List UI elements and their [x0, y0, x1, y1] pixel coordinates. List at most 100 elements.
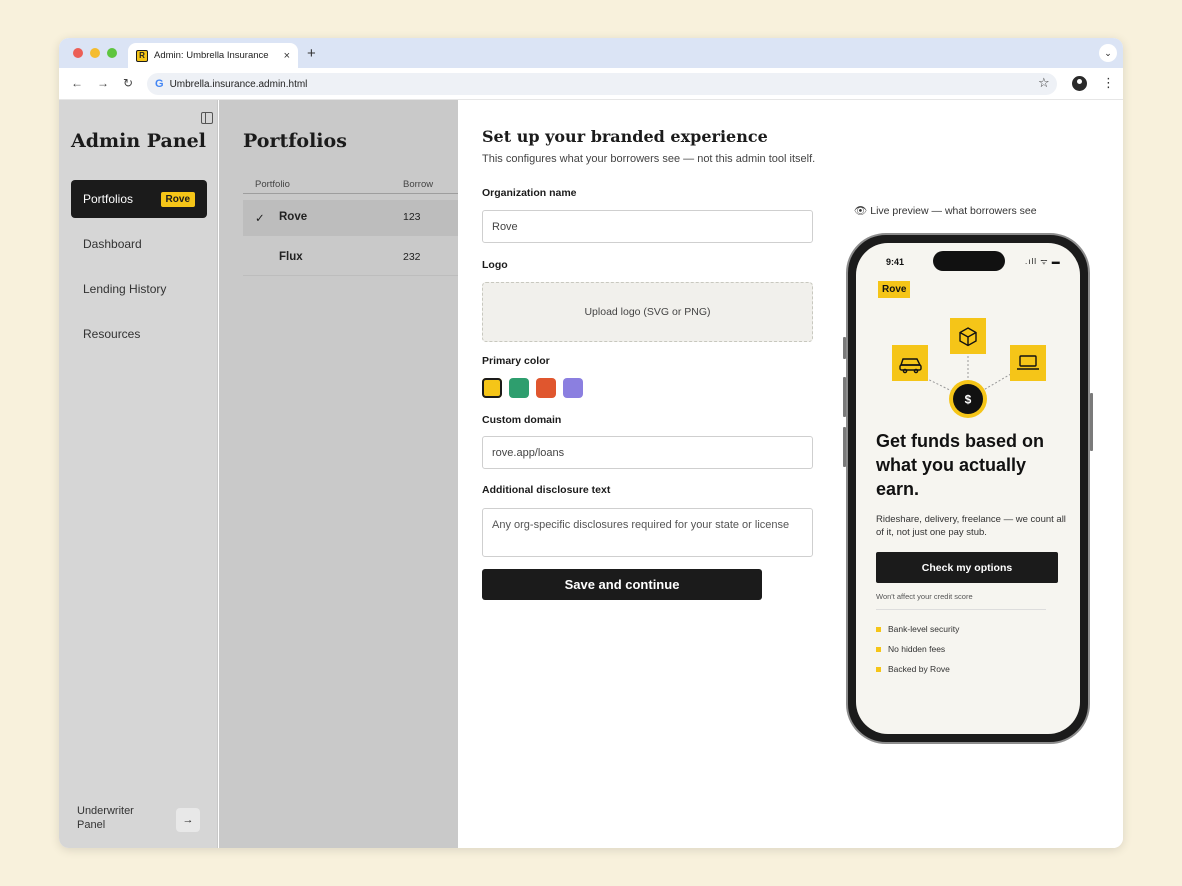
reload-icon[interactable]: ↻	[123, 76, 133, 90]
color-swatch[interactable]	[563, 378, 583, 398]
hero-headline: Get funds based on what you actually ear…	[876, 431, 1045, 499]
org-name-input[interactable]: Rove	[482, 210, 813, 243]
borrower-count: 232	[403, 251, 421, 263]
phone-preview: 9:41 .ıll ᯤ ▬ Rove $ Get funds based on …	[843, 233, 1093, 744]
bullet-text: Bank-level security	[888, 624, 960, 634]
browser-tab[interactable]: R Admin: Umbrella Insurance ×	[128, 43, 298, 68]
minimize-window-button[interactable]	[90, 48, 100, 58]
sidebar-title: Admin Panel	[71, 130, 206, 152]
check-icon: ✓	[255, 213, 265, 225]
app-content: Admin Panel Portfolios Rove Dashboard Le…	[59, 100, 1123, 848]
logo-upload-dropzone[interactable]: Upload logo (SVG or PNG)	[482, 282, 813, 342]
tab-search-chevron-icon[interactable]: ⌄	[1099, 44, 1117, 62]
underwriter-panel-button[interactable]: →	[176, 808, 200, 832]
table-row[interactable]: Flux 232	[243, 240, 459, 276]
list-item: Bank-level security	[876, 624, 959, 634]
column-header-portfolio: Portfolio	[255, 179, 290, 190]
sidebar-item-label: Dashboard	[83, 237, 142, 251]
phone-time: 9:41	[886, 257, 905, 267]
brand-badge: Rove	[878, 281, 911, 298]
upload-text: Upload logo (SVG or PNG)	[584, 306, 711, 318]
list-item: No hidden fees	[876, 644, 959, 654]
tab-strip: R Admin: Umbrella Insurance × + ⌄	[59, 38, 1123, 68]
borrower-count: 123	[403, 211, 421, 223]
custom-domain-input[interactable]: rove.app/loans	[482, 436, 813, 469]
menu-kebab-icon[interactable]: ⋮	[1102, 75, 1115, 91]
url-input[interactable]: G Umbrella.insurance.admin.html	[147, 73, 1057, 95]
portfolios-pane: Portfolios Portfolio Borrow ✓ Rove 123 F…	[219, 100, 459, 848]
status-bar-icons: .ıll ᯤ ▬	[1025, 257, 1061, 266]
sidebar-item-lending-history[interactable]: Lending History	[71, 270, 207, 308]
sidebar-item-label: Portfolios	[83, 192, 134, 206]
address-bar: ← → ↻ G Umbrella.insurance.admin.html ☆ …	[59, 68, 1123, 100]
car-tile	[892, 345, 928, 381]
color-swatch[interactable]	[482, 378, 502, 398]
sidebar-item-resources[interactable]: Resources	[71, 315, 207, 353]
save-and-continue-button[interactable]: Save and continue	[482, 569, 762, 600]
color-swatch[interactable]	[536, 378, 556, 398]
bullet-icon	[876, 626, 881, 632]
bullet-icon	[876, 646, 881, 652]
google-icon: G	[155, 78, 164, 90]
dollar-sign: $	[965, 393, 972, 407]
logo-label: Logo	[482, 259, 508, 271]
phone-button	[1090, 393, 1093, 451]
disclosure-label: Additional disclosure text	[482, 484, 611, 496]
laptop-tile	[1010, 345, 1046, 381]
sidebar-item-label: Lending History	[83, 282, 167, 296]
sidebar-item-label: Resources	[83, 327, 141, 341]
dynamic-island	[933, 251, 1005, 271]
primary-color-label: Primary color	[482, 355, 550, 367]
sidebar-item-dashboard[interactable]: Dashboard	[71, 225, 207, 263]
branding-setup-panel: Set up your branded experience This conf…	[458, 100, 1123, 848]
panel-title: Set up your branded experience	[482, 127, 768, 146]
credit-note: Won't affect your credit score	[876, 592, 973, 601]
browser-window: R Admin: Umbrella Insurance × + ⌄ ← → ↻ …	[59, 38, 1123, 848]
phone-button	[843, 427, 846, 467]
phone-screen: 9:41 .ıll ᯤ ▬ Rove $ Get funds based on …	[856, 243, 1080, 734]
sidebar: Admin Panel Portfolios Rove Dashboard Le…	[59, 100, 218, 848]
maximize-window-button[interactable]	[107, 48, 117, 58]
portfolio-name: Rove	[279, 211, 308, 223]
hero-illustration: $	[892, 318, 1046, 418]
panel-subtitle: This configures what your borrowers see …	[482, 153, 816, 165]
sidebar-nav: Portfolios Rove Dashboard Lending Histor…	[71, 180, 207, 360]
bullet-icon	[876, 666, 881, 672]
check-options-button[interactable]: Check my options	[876, 552, 1058, 583]
tab-title: Admin: Umbrella Insurance	[154, 50, 269, 61]
feature-list: Bank-level security No hidden fees Backe…	[876, 624, 959, 684]
window-controls	[73, 48, 117, 58]
divider	[876, 609, 1046, 610]
live-preview-label: 👁 Live preview — what borrowers see	[854, 205, 1037, 217]
table-row[interactable]: ✓ Rove 123	[243, 200, 459, 236]
color-swatch[interactable]	[509, 378, 529, 398]
portfolio-name: Flux	[279, 251, 303, 263]
sidebar-item-portfolios[interactable]: Portfolios Rove	[71, 180, 207, 218]
phone-button	[843, 337, 846, 359]
hero-body: Rideshare, delivery, freelance — we coun…	[876, 514, 1066, 538]
box-tile	[950, 318, 986, 354]
org-name-label: Organization name	[482, 187, 577, 199]
column-header-borrowers: Borrow	[403, 179, 434, 190]
disclosure-textarea[interactable]: Any org-specific disclosures required fo…	[482, 508, 813, 557]
bullet-text: No hidden fees	[888, 644, 946, 654]
page-title: Portfolios	[243, 130, 347, 152]
forward-arrow-icon[interactable]: →	[97, 76, 109, 90]
color-swatches	[482, 378, 583, 398]
bullet-text: Backed by Rove	[888, 664, 950, 674]
custom-domain-label: Custom domain	[482, 414, 562, 426]
underwriter-panel-label: Underwriter Panel	[77, 805, 134, 831]
sidebar-collapse-icon[interactable]	[201, 112, 213, 124]
back-arrow-icon[interactable]: ←	[71, 76, 83, 90]
bookmark-star-icon[interactable]: ☆	[1038, 75, 1050, 91]
phone-button	[843, 377, 846, 417]
profile-avatar-icon[interactable]	[1072, 76, 1087, 91]
table-header: Portfolio Borrow	[243, 178, 459, 194]
new-tab-button[interactable]: +	[307, 45, 316, 62]
close-window-button[interactable]	[73, 48, 83, 58]
list-item: Backed by Rove	[876, 664, 959, 674]
url-text: Umbrella.insurance.admin.html	[169, 78, 308, 90]
favicon-icon: R	[136, 49, 148, 62]
tab-close-icon[interactable]: ×	[284, 50, 290, 62]
portfolio-badge: Rove	[160, 191, 195, 207]
